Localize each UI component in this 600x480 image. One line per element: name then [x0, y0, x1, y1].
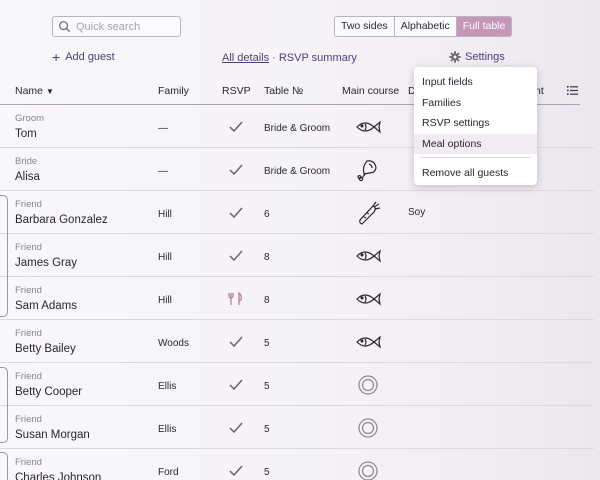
table-row[interactable]: Friend Susan Morgan Ellis 5 — [0, 406, 594, 449]
guest-family: Hill — [158, 295, 172, 306]
guest-name[interactable]: James Gray — [15, 257, 77, 269]
guest-family: Ford — [158, 467, 179, 478]
guest-relation: Friend — [15, 457, 42, 468]
plate-icon[interactable] — [354, 459, 382, 480]
fish-icon[interactable] — [354, 244, 382, 268]
table-row[interactable]: Friend Charles Johnson Ford 5 — [0, 449, 594, 480]
column-name-label: Name — [15, 85, 44, 97]
column-list-icon[interactable] — [567, 85, 578, 96]
guest-table-assignment[interactable]: 5 — [264, 467, 270, 478]
guest-table-assignment[interactable]: 8 — [264, 295, 270, 306]
menu-item-remove-all-guests[interactable]: Remove all guests — [414, 163, 537, 184]
settings-label: Settings — [465, 51, 505, 63]
rsvp-fork-knife-icon[interactable] — [228, 291, 244, 306]
column-name[interactable]: Name ▼ — [15, 85, 54, 97]
add-guest-button[interactable]: + Add guest — [52, 48, 115, 65]
add-guest-label: Add guest — [65, 51, 115, 63]
guest-relation: Bride — [15, 156, 38, 167]
guest-relation: Friend — [15, 199, 42, 210]
family-bracket — [0, 195, 8, 317]
menu-item-rsvp-settings[interactable]: RSVP settings — [414, 113, 537, 134]
view-toggle: Two sides Alphabetic Full table — [334, 16, 513, 37]
guest-name[interactable]: Betty Cooper — [15, 386, 82, 398]
menu-item-families[interactable]: Families — [414, 93, 537, 114]
table-row[interactable]: Friend Sam Adams Hill 8 — [0, 277, 594, 320]
guest-table-assignment[interactable]: 5 — [264, 381, 270, 392]
search-icon — [59, 21, 71, 33]
settings-menu: Input fields Families RSVP settings Meal… — [414, 67, 537, 185]
rsvp-check-icon[interactable] — [228, 464, 244, 478]
guest-name[interactable]: Sam Adams — [15, 300, 77, 312]
rsvp-check-icon[interactable] — [228, 120, 244, 134]
plus-icon: + — [52, 48, 61, 65]
rsvp-check-icon[interactable] — [228, 421, 244, 435]
guest-table-assignment[interactable]: 6 — [264, 209, 270, 220]
settings-button[interactable]: Settings — [449, 51, 505, 63]
rsvp-check-icon[interactable] — [228, 249, 244, 263]
guest-relation: Groom — [15, 113, 45, 124]
guest-family: Woods — [158, 338, 189, 349]
rsvp-check-icon[interactable] — [228, 378, 244, 392]
link-separator: · — [269, 52, 279, 64]
table-row[interactable]: Friend James Gray Hill 8 — [0, 234, 594, 277]
guest-family: Ellis — [158, 381, 177, 392]
family-bracket — [0, 452, 8, 480]
guest-table-assignment[interactable]: 5 — [264, 424, 270, 435]
rsvp-check-icon[interactable] — [228, 163, 244, 177]
view-two-sides[interactable]: Two sides — [335, 17, 395, 36]
guest-name[interactable]: Barbara Gonzalez — [15, 214, 108, 226]
guest-relation: Friend — [15, 242, 42, 253]
table-row[interactable]: Friend Betty Cooper Ellis 5 — [0, 363, 594, 406]
rsvp-check-icon[interactable] — [228, 335, 244, 349]
rsvp-check-icon[interactable] — [228, 206, 244, 220]
view-full-table[interactable]: Full table — [456, 17, 512, 36]
view-alphabetic[interactable]: Alphabetic — [395, 17, 457, 36]
guest-name[interactable]: Alisa — [15, 171, 40, 183]
view-links: All details · RSVP summary — [222, 52, 357, 64]
guest-relation: Friend — [15, 285, 42, 296]
search-box[interactable] — [52, 16, 181, 37]
guest-diet: Soy — [408, 207, 426, 218]
sort-down-icon: ▼ — [45, 87, 54, 96]
column-main-course[interactable]: Main course — [342, 85, 399, 97]
column-table[interactable]: Table № — [264, 85, 303, 97]
guest-relation: Friend — [15, 414, 42, 425]
menu-divider — [420, 157, 531, 158]
search-input[interactable] — [76, 20, 176, 33]
family-bracket — [0, 367, 8, 443]
guest-name[interactable]: Charles Johnson — [15, 472, 101, 480]
meat-icon[interactable] — [354, 158, 382, 182]
table-row[interactable]: Friend Betty Bailey Woods 5 — [0, 320, 594, 363]
guest-table-assignment[interactable]: 5 — [264, 338, 270, 349]
guest-family: Ellis — [158, 424, 177, 435]
guest-table-assignment[interactable]: 8 — [264, 252, 270, 263]
guest-family: — — [158, 123, 168, 134]
plate-icon[interactable] — [354, 416, 382, 440]
guest-family: Hill — [158, 252, 172, 263]
column-family[interactable]: Family — [158, 85, 189, 97]
column-rsvp[interactable]: RSVP — [222, 85, 251, 97]
gear-icon — [449, 51, 461, 63]
guest-relation: Friend — [15, 328, 42, 339]
guest-relation: Friend — [15, 371, 42, 382]
carrot-icon[interactable] — [354, 201, 382, 225]
fish-icon[interactable] — [354, 115, 382, 139]
menu-item-input-fields[interactable]: Input fields — [414, 72, 537, 93]
guest-name[interactable]: Betty Bailey — [15, 343, 76, 355]
guest-name[interactable]: Tom — [15, 128, 37, 140]
guest-table-assignment[interactable]: Bride & Groom — [264, 166, 330, 177]
guest-table-assignment[interactable]: Bride & Groom — [264, 123, 330, 134]
fish-icon[interactable] — [354, 330, 382, 354]
rsvp-summary-link[interactable]: RSVP summary — [279, 52, 357, 64]
guest-name[interactable]: Susan Morgan — [15, 429, 90, 441]
guest-family: — — [158, 166, 168, 177]
guest-family: Hill — [158, 209, 172, 220]
all-details-link[interactable]: All details — [222, 52, 269, 64]
table-row[interactable]: Friend Barbara Gonzalez Hill 6 Soy — [0, 191, 594, 234]
menu-item-meal-options[interactable]: Meal options — [414, 133, 537, 154]
plate-icon[interactable] — [354, 373, 382, 397]
fish-icon[interactable] — [354, 287, 382, 311]
